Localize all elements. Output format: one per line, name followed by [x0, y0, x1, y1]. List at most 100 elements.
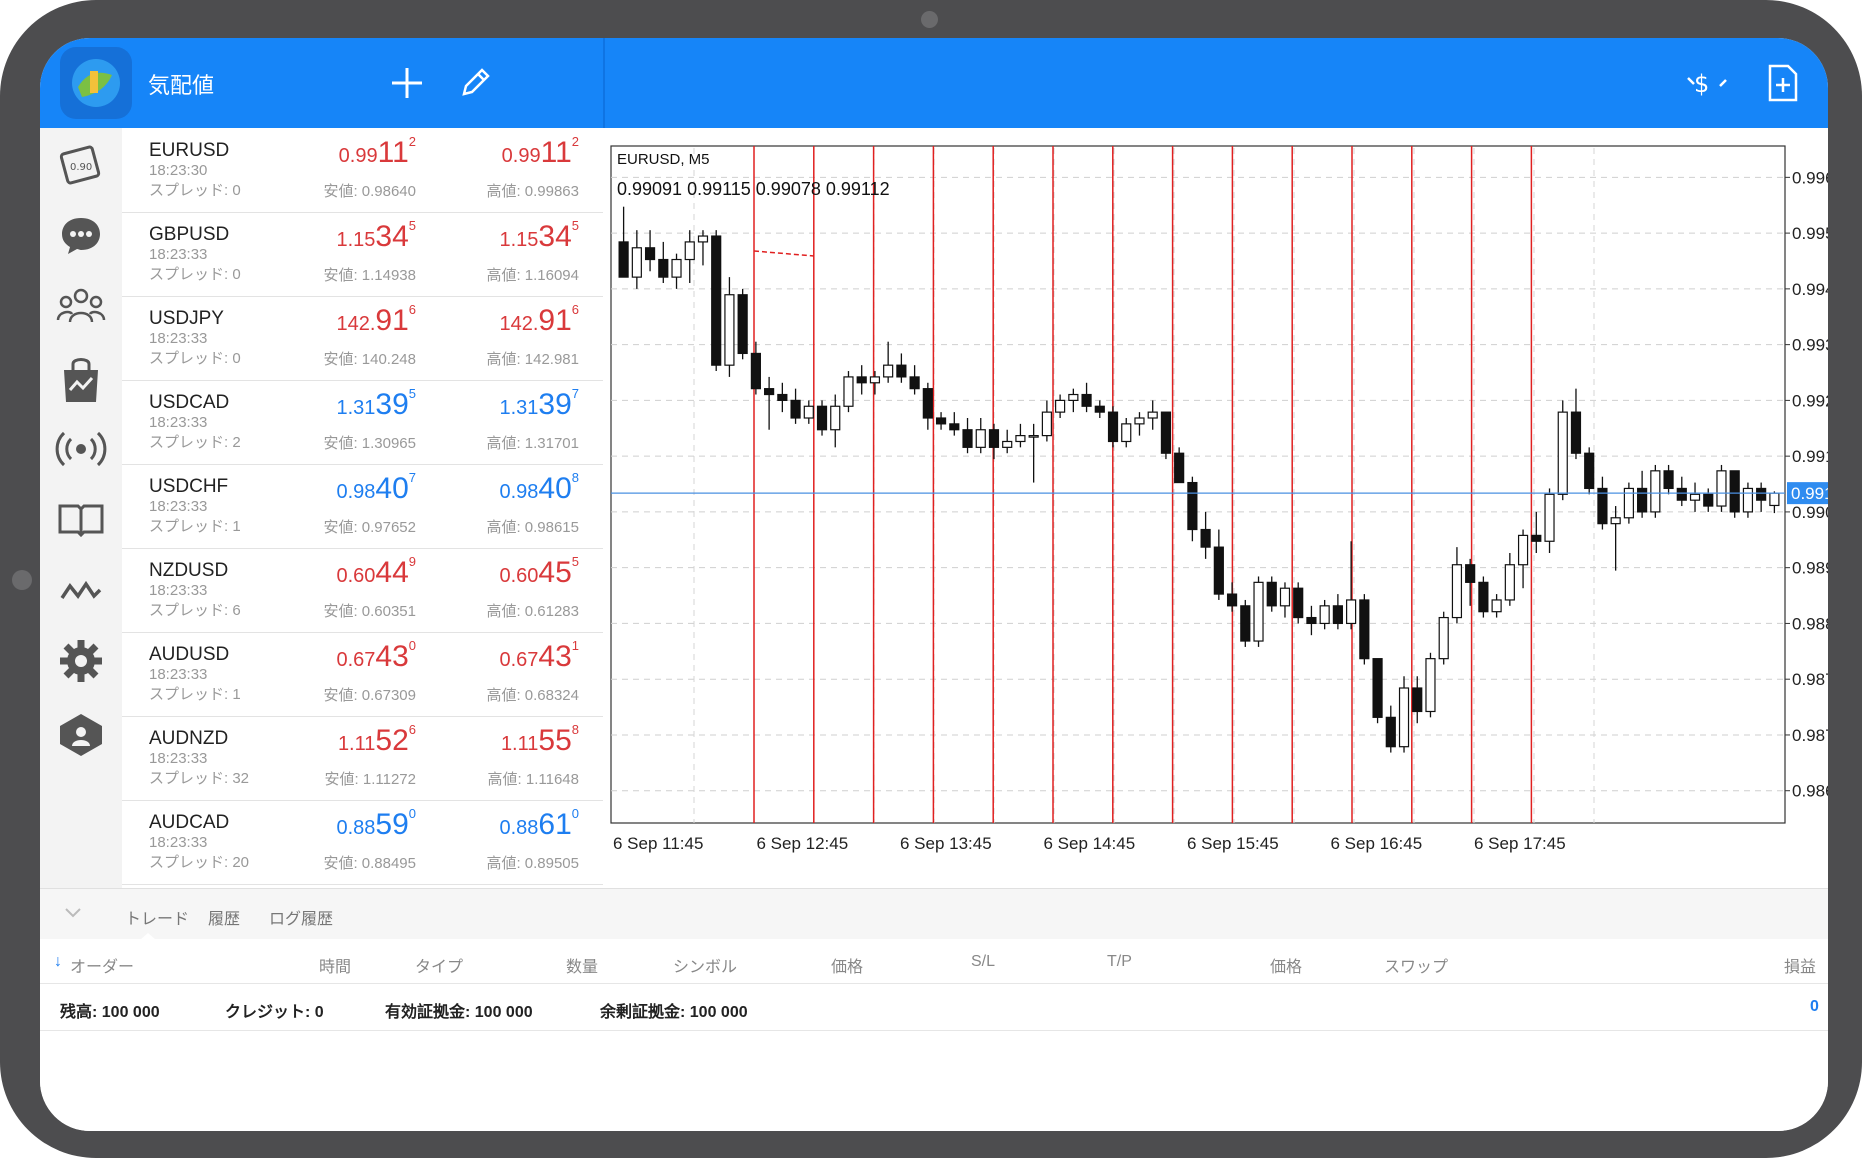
- y-tick-label: 0.99080: [1792, 503, 1828, 522]
- ask-price[interactable]: 142.916: [499, 302, 579, 338]
- bid-price[interactable]: 1.31395: [336, 386, 416, 422]
- candle-up: [1346, 599, 1357, 625]
- high-value: 高値: 1.11648: [487, 771, 579, 788]
- quote-row[interactable]: AUDNZD 18:23:33 スプレッド: 32 1.11526 1.11558 安値:…: [122, 716, 603, 801]
- high-value: 高値: 1.16094: [486, 267, 579, 284]
- low-value: 安値: 0.98640: [323, 183, 416, 200]
- ask-price[interactable]: 0.67431: [499, 638, 579, 674]
- quote-row[interactable]: USDCHF 18:23:33 スプレッド: 1 0.98407 0.98408 安値: …: [122, 464, 603, 549]
- ask-price-point: 6: [571, 302, 579, 317]
- candle-down: [1465, 564, 1476, 583]
- edit-button[interactable]: [448, 56, 502, 110]
- sort-arrow-icon[interactable]: ↓: [54, 953, 62, 971]
- balance: 残高: 100 000: [60, 1004, 160, 1021]
- ask-price-pips: 34: [538, 220, 572, 253]
- candle-down: [1266, 581, 1277, 607]
- x-tick-label: 6 Sep 11:45: [613, 834, 703, 853]
- x-tick-label: 6 Sep 13:45: [900, 834, 992, 853]
- bid-price-point: 6: [408, 722, 416, 737]
- quotes-icon[interactable]: 0.90: [52, 136, 110, 194]
- candle-up: [1491, 599, 1502, 613]
- col-price[interactable]: 価格: [831, 953, 863, 977]
- settings-icon[interactable]: [52, 632, 110, 690]
- ask-price-pips: 43: [538, 640, 572, 673]
- candle-up: [1134, 417, 1145, 425]
- bid-price[interactable]: 1.11526: [338, 722, 416, 758]
- ask-price-pips: 61: [538, 808, 572, 841]
- col-profit[interactable]: 損益: [1784, 953, 1816, 977]
- price-chart[interactable]: 0.99650 0.99555 0.99460 0.99365 0.99270 0.991…: [603, 128, 1828, 888]
- bid-price-point: 9: [408, 554, 416, 569]
- bid-price-pips: 44: [375, 556, 409, 589]
- tab-history[interactable]: 履歴: [208, 905, 240, 929]
- device-side-button: [12, 570, 32, 590]
- page-title: 気配値: [148, 73, 215, 98]
- ask-price[interactable]: 1.15345: [499, 218, 579, 254]
- bid-price[interactable]: 142.916: [336, 302, 416, 338]
- signals-icon[interactable]: [52, 420, 110, 478]
- quote-row[interactable]: USDJPY 18:23:33 スプレッド: 0 142.916 142.916 安値: …: [122, 296, 603, 381]
- candle-down: [764, 388, 775, 396]
- one-click-trading-icon[interactable]: $: [1680, 56, 1734, 110]
- quote-row[interactable]: AUDCAD 18:23:33 スプレッド: 20 0.88590 0.88610 安値:…: [122, 800, 603, 885]
- ask-price[interactable]: 1.31397: [499, 386, 579, 422]
- new-order-icon[interactable]: [1756, 56, 1810, 110]
- traders-icon[interactable]: [52, 706, 110, 764]
- x-tick-label: 6 Sep 15:45: [1187, 834, 1279, 853]
- ask-price[interactable]: 1.11558: [501, 722, 579, 758]
- bid-price[interactable]: 0.98407: [336, 470, 416, 506]
- candle-up: [1504, 564, 1515, 601]
- candle-up: [1121, 423, 1132, 443]
- quote-row[interactable]: NZDUSD 18:23:33 スプレッド: 6 0.60449 0.60455 安値: …: [122, 548, 603, 633]
- quote-row[interactable]: GBPUSD 18:23:33 スプレッド: 0 1.15345 1.15345 安値: …: [122, 212, 603, 297]
- col-symbol[interactable]: シンボル: [673, 953, 737, 977]
- quote-time: 18:23:33: [149, 330, 208, 347]
- quote-row[interactable]: AUDUSD 18:23:33 スプレッド: 1 0.67430 0.67431 安値: …: [122, 632, 603, 717]
- col-swap[interactable]: スワップ: [1384, 953, 1448, 977]
- candle-up: [1055, 399, 1066, 413]
- quote-time: 18:23:33: [149, 666, 208, 683]
- col-sl[interactable]: S/L: [971, 953, 995, 971]
- col-type[interactable]: タイプ: [415, 953, 463, 977]
- collapse-chevron-icon[interactable]: [62, 901, 84, 928]
- col-volume[interactable]: 数量: [566, 953, 598, 977]
- market-icon[interactable]: [52, 352, 110, 410]
- bid-price[interactable]: 0.60449: [336, 554, 416, 590]
- col-price-current[interactable]: 価格: [1270, 953, 1302, 977]
- candle-up: [1544, 493, 1555, 542]
- col-tp[interactable]: T/P: [1107, 953, 1132, 971]
- quote-row[interactable]: EURUSD 18:23:30 スプレッド: 0 0.99112 0.99112 安値: …: [122, 128, 603, 213]
- bid-price[interactable]: 0.99112: [339, 134, 416, 170]
- ask-price[interactable]: 0.99112: [502, 134, 579, 170]
- ask-price[interactable]: 0.98408: [499, 470, 579, 506]
- news-icon[interactable]: [52, 490, 110, 548]
- col-order[interactable]: オーダー: [70, 953, 134, 977]
- candle-up: [830, 405, 841, 431]
- bid-price-point: 0: [408, 638, 416, 653]
- free-margin: 余剰証拠金: 100 000: [600, 1004, 748, 1021]
- community-icon[interactable]: [52, 276, 110, 334]
- col-time[interactable]: 時間: [319, 953, 351, 977]
- bid-price-prefix: 0.98: [336, 481, 376, 503]
- candle-up: [803, 405, 814, 419]
- candle-up: [1028, 435, 1039, 438]
- tab-trade[interactable]: トレード: [125, 905, 189, 929]
- ask-price[interactable]: 0.88610: [499, 806, 579, 842]
- candle-down: [1570, 411, 1582, 454]
- toolbox-panel: トレード 履歴 ログ履歴 ↓ オーダー 時間 タイプ 数量 シンボル 価格 S/…: [40, 888, 1828, 1131]
- chart-icon[interactable]: [52, 560, 110, 618]
- add-symbol-button[interactable]: [380, 56, 434, 110]
- bid-price[interactable]: 0.67430: [336, 638, 416, 674]
- bid-price[interactable]: 0.88590: [336, 806, 416, 842]
- chat-icon[interactable]: [52, 206, 110, 264]
- tab-log-history[interactable]: ログ履歴: [269, 905, 333, 929]
- ask-price[interactable]: 0.60455: [499, 554, 579, 590]
- ask-price-point: 8: [571, 722, 579, 737]
- candle-down: [962, 429, 973, 448]
- candle-down: [618, 241, 629, 278]
- candle-down: [1637, 487, 1648, 513]
- svg-text:$: $: [1694, 70, 1709, 98]
- quote-row[interactable]: USDCAD 18:23:33 スプレッド: 2 1.31395 1.31397 安値: …: [122, 380, 603, 465]
- bid-price[interactable]: 1.15345: [336, 218, 416, 254]
- ask-price-point: 5: [571, 554, 579, 569]
